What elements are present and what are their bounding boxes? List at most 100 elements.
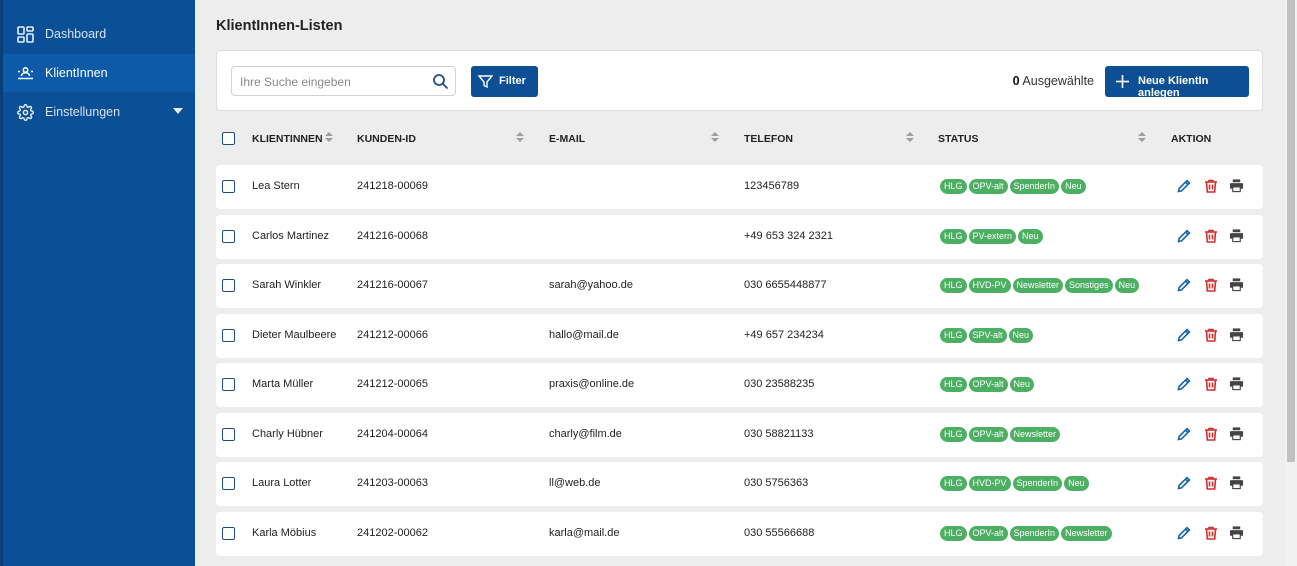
sidebar-item-klientinnen[interactable]: KlientInnen (3, 54, 195, 92)
print-icon[interactable] (1229, 277, 1245, 293)
print-icon[interactable] (1229, 327, 1245, 343)
client-name[interactable]: Dieter Maulbeere (252, 329, 336, 341)
edit-icon[interactable] (1176, 178, 1192, 194)
status-badge: SpenderIn (1009, 179, 1060, 194)
client-id: 241203-00063 (357, 477, 428, 489)
main-content: KlientInnen-Listen Filter 0 Ausgewählte … (195, 0, 1285, 566)
client-id: 241216-00067 (357, 279, 428, 291)
table-row[interactable]: Dieter Maulbeere 241212-00066 hallo@mail.d… (216, 314, 1263, 358)
toolbar: Filter 0 Ausgewählte Neue KlientIn anleg… (216, 50, 1263, 111)
add-client-button[interactable]: Neue KlientIn anlegen (1105, 66, 1249, 99)
search-box[interactable] (231, 66, 456, 96)
print-icon[interactable] (1229, 426, 1245, 442)
sidebar-item-einstellungen[interactable]: Einstellungen (3, 93, 195, 131)
trash-icon[interactable] (1203, 525, 1219, 541)
client-name[interactable]: Marta Müller (252, 378, 313, 390)
status-badge: HLG (940, 179, 967, 194)
table-row[interactable]: Carlos Martinez 241216-00068 +49 653 324 2… (216, 215, 1263, 259)
status-badge: Neu (1064, 476, 1089, 491)
client-name[interactable]: Sarah Winkler (252, 279, 321, 291)
filter-icon (478, 75, 493, 89)
print-icon[interactable] (1229, 178, 1245, 194)
sort-icon[interactable] (711, 132, 719, 144)
row-checkbox[interactable] (222, 477, 235, 490)
row-checkbox[interactable] (222, 428, 235, 441)
column-header-kunden-id[interactable]: KUNDEN-ID (357, 133, 416, 145)
client-name[interactable]: Carlos Martinez (252, 230, 329, 242)
trash-icon[interactable] (1203, 277, 1219, 293)
filter-button[interactable]: Filter (471, 66, 538, 97)
client-id: 241212-00066 (357, 329, 428, 341)
table-row[interactable]: Marta Müller 241212-00065 praxis@online.de… (216, 363, 1263, 407)
client-name[interactable]: Laura Lotter (252, 477, 311, 489)
trash-icon[interactable] (1203, 426, 1219, 442)
row-checkbox[interactable] (222, 180, 235, 193)
trash-icon[interactable] (1203, 327, 1219, 343)
client-email: sarah@yahoo.de (549, 279, 633, 291)
status-badge: HLG (940, 526, 967, 541)
chevron-down-icon[interactable] (173, 108, 183, 114)
client-name[interactable]: Karla Möbius (252, 527, 316, 539)
scrollbar[interactable] (1285, 0, 1297, 566)
scrollbar-thumb[interactable] (1287, 0, 1295, 462)
row-checkbox[interactable] (222, 279, 235, 292)
edit-icon[interactable] (1176, 426, 1192, 442)
column-header-telefon[interactable]: TELEFON (744, 133, 793, 145)
row-checkbox[interactable] (222, 378, 235, 391)
column-header-klientinnen[interactable]: KLIENTINNEN (252, 133, 323, 145)
edit-icon[interactable] (1176, 228, 1192, 244)
client-name[interactable]: Lea Stern (252, 180, 300, 192)
sidebar-item-dashboard[interactable]: Dashboard (3, 15, 195, 53)
status-badge: Sonstiges (1065, 278, 1113, 293)
column-header-email[interactable]: E-MAIL (549, 133, 585, 145)
edit-icon[interactable] (1176, 475, 1192, 491)
print-icon[interactable] (1229, 376, 1245, 392)
client-email: ll@web.de (549, 477, 601, 489)
column-header-status[interactable]: STATUS (938, 133, 978, 145)
row-checkbox[interactable] (222, 527, 235, 540)
table-row[interactable]: Karla Möbius 241202-00062 karla@mail.de 030… (216, 512, 1263, 556)
table-row[interactable]: Lea Stern 241218-00069 123456789 HLG OPV-alt… (216, 165, 1263, 209)
edit-icon[interactable] (1176, 525, 1192, 541)
sort-icon[interactable] (906, 132, 914, 144)
client-id: 241218-00069 (357, 180, 428, 192)
table-row[interactable]: Charly Hübner 241204-00064 charly@film.de 0… (216, 413, 1263, 457)
edit-icon[interactable] (1176, 376, 1192, 392)
table-row[interactable]: Sarah Winkler 241216-00067 sarah@yahoo.de 0… (216, 264, 1263, 308)
search-input[interactable] (240, 73, 420, 90)
print-icon[interactable] (1229, 525, 1245, 541)
edit-icon[interactable] (1176, 277, 1192, 293)
plus-icon (1116, 75, 1129, 88)
row-checkbox[interactable] (222, 329, 235, 342)
client-phone: 030 5756363 (744, 477, 809, 489)
sort-icon[interactable] (325, 132, 333, 144)
print-icon[interactable] (1229, 475, 1245, 491)
client-name[interactable]: Charly Hübner (252, 428, 323, 440)
trash-icon[interactable] (1203, 376, 1219, 392)
client-phone: 030 58821133 (744, 428, 814, 440)
table-row[interactable]: Laura Lotter 241203-00063 ll@web.de 030 575… (216, 462, 1263, 506)
row-checkbox[interactable] (222, 230, 235, 243)
select-all-checkbox[interactable] (222, 132, 235, 145)
status-badge: Newsletter (1009, 427, 1061, 442)
sort-icon[interactable] (516, 132, 524, 144)
status-tags: HLG OPV-alt Newsletter (940, 427, 1061, 442)
status-tags: HLG OPV-alt SpenderIn Neu (940, 179, 1086, 194)
trash-icon[interactable] (1203, 178, 1219, 194)
client-email: hallo@mail.de (549, 329, 619, 341)
search-icon[interactable] (432, 73, 449, 90)
row-actions (1176, 178, 1244, 196)
status-badge: Newsletter (1012, 278, 1064, 293)
status-badge: Neu (1009, 377, 1035, 392)
edit-icon[interactable] (1176, 327, 1192, 343)
trash-icon[interactable] (1203, 228, 1219, 244)
selected-count: 0 Ausgewählte (1013, 74, 1094, 88)
add-client-label: Neue KlientIn anlegen (1138, 75, 1209, 99)
trash-icon[interactable] (1203, 475, 1219, 491)
table-header: KLIENTINNEN KUNDEN-ID E-MAIL TELEFON STA… (216, 125, 1263, 153)
print-icon[interactable] (1229, 228, 1245, 244)
client-email: karla@mail.de (549, 527, 620, 539)
status-badge: Neu (1008, 328, 1034, 343)
row-actions (1176, 475, 1244, 493)
sort-icon[interactable] (1138, 132, 1146, 144)
